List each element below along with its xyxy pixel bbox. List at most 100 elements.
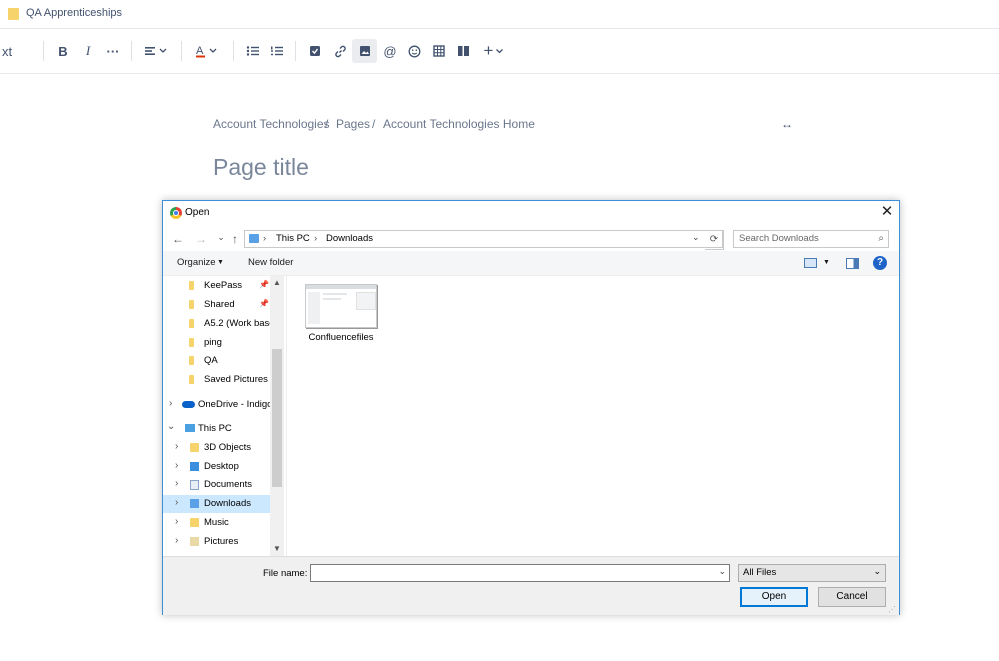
italic-button[interactable]: I [79, 39, 97, 63]
tree-item-music[interactable]: › Music [163, 514, 270, 532]
tree-item-documents[interactable]: › Documents [163, 476, 270, 494]
file-list: Confluencefiles [286, 276, 899, 556]
tree-item-keepass[interactable]: KeePass 📌 [163, 277, 270, 295]
chevron-down-icon[interactable]: ⌄ [718, 566, 726, 577]
more-label: ··· [106, 43, 120, 59]
table-button[interactable] [430, 39, 448, 63]
tree-item-a52[interactable]: A5.2 (Work base [163, 315, 275, 333]
collapse-chevron-icon[interactable]: ⌄ [167, 421, 175, 432]
folder-icon [189, 356, 194, 365]
text-color-dropdown[interactable]: A [193, 39, 221, 63]
tree-item-3d-objects[interactable]: › 3D Objects [163, 439, 270, 457]
view-dropdown-icon[interactable]: ▼ [823, 259, 830, 266]
expand-chevron-icon[interactable]: › [175, 441, 178, 452]
help-button[interactable]: ? [873, 256, 887, 270]
resize-grip-icon[interactable]: ⋰ [888, 605, 896, 614]
open-file-dialog: Open ✕ ← → ⌄ ↑ › This PC › Downloads ⌄ ⟳… [162, 200, 900, 615]
file-name-label: File name: [263, 568, 308, 579]
tree-item-label: Shared [204, 299, 235, 310]
insert-more-dropdown[interactable]: + [481, 39, 507, 63]
tree-item-this-pc[interactable]: ⌄ This PC [163, 420, 270, 438]
emoji-button[interactable] [405, 39, 423, 63]
tree-item-label: KeePass [204, 280, 243, 291]
open-button[interactable]: Open [740, 587, 808, 607]
text-style-dropdown[interactable]: xt [0, 39, 14, 63]
chrome-icon [170, 207, 182, 219]
expand-chevron-icon[interactable]: › [175, 535, 178, 546]
tree-item-saved-pictures[interactable]: Saved Pictures [163, 371, 270, 389]
more-formatting-button[interactable]: ··· [104, 39, 122, 63]
tree-item-label: This PC [198, 423, 232, 434]
address-segment-this-pc[interactable]: This PC [276, 233, 310, 244]
layouts-button[interactable] [454, 39, 472, 63]
action-item-button[interactable] [306, 39, 324, 63]
expand-width-icon[interactable]: ↔ [781, 117, 793, 131]
tree-item-pictures[interactable]: › Pictures [163, 533, 270, 551]
expand-chevron-icon[interactable]: › [169, 398, 172, 409]
tree-item-label: 3D Objects [204, 442, 251, 453]
tree-scrollbar[interactable]: ▲ ▼ [270, 276, 284, 556]
expand-chevron-icon[interactable]: › [175, 460, 178, 471]
cancel-button[interactable]: Cancel [818, 587, 886, 607]
numbered-list-button[interactable] [268, 39, 286, 63]
preview-pane-icon[interactable] [846, 258, 859, 269]
mention-button[interactable]: @ [381, 39, 399, 63]
up-button[interactable]: ↑ [228, 231, 242, 247]
link-button[interactable] [331, 39, 349, 63]
bold-button[interactable]: B [54, 39, 72, 63]
address-segment-downloads[interactable]: Downloads [326, 233, 373, 244]
tree-item-downloads[interactable]: › Downloads [163, 495, 270, 513]
text-color-icon: A [196, 45, 217, 58]
new-folder-button[interactable]: New folder [248, 257, 293, 268]
recent-locations-button[interactable]: ⌄ [214, 229, 228, 245]
address-separator: › [314, 233, 318, 244]
organize-chevron-icon: ▼ [217, 259, 224, 266]
close-button[interactable]: ✕ [879, 204, 895, 220]
space-title[interactable]: QA Apprenticeships [26, 7, 122, 19]
tree-item-shared[interactable]: Shared 📌 [163, 296, 270, 314]
onedrive-cloud-icon [182, 401, 195, 408]
folder-icon [189, 281, 194, 290]
breadcrumb-item-home[interactable]: Account Technologies Home [383, 117, 535, 131]
expand-chevron-icon[interactable]: › [175, 478, 178, 489]
dialog-title: Open [185, 207, 210, 218]
svg-text:A: A [196, 45, 204, 57]
tree-item-onedrive[interactable]: › OneDrive - Indigo [163, 396, 272, 414]
scroll-down-icon[interactable]: ▼ [270, 544, 284, 553]
address-separator: › [263, 233, 267, 244]
image-button[interactable] [352, 39, 377, 63]
alignment-dropdown[interactable] [142, 39, 170, 63]
scrollbar-thumb[interactable] [272, 349, 282, 487]
tree-item-qa[interactable]: QA [163, 352, 270, 370]
bullet-list-button[interactable] [244, 39, 262, 63]
dialog-bottom-bar: File name: ⌄ All Files ⌄ Open Cancel ⋰ [163, 556, 899, 615]
file-type-select[interactable]: All Files ⌄ [738, 564, 886, 582]
tree-item-label: A5.2 (Work base [204, 318, 275, 329]
align-left-icon [145, 47, 167, 55]
search-input[interactable]: Search Downloads ⌕ [733, 230, 889, 248]
search-placeholder: Search Downloads [739, 233, 819, 244]
scroll-up-icon[interactable]: ▲ [270, 278, 284, 287]
checkbox-icon [310, 46, 320, 56]
expand-chevron-icon[interactable]: › [175, 516, 178, 527]
page-title-input[interactable]: Page title [213, 154, 309, 181]
breadcrumb-item-account-technologies[interactable]: Account Technologies [213, 117, 330, 131]
organize-button[interactable]: Organize [177, 257, 216, 268]
mention-label: @ [383, 43, 397, 59]
refresh-button[interactable]: ⟳ [705, 230, 724, 250]
breadcrumb-separator: / [325, 117, 329, 131]
breadcrumb-item-pages[interactable]: Pages [336, 117, 370, 131]
file-name-input[interactable]: ⌄ [310, 564, 730, 582]
tree-item-ping[interactable]: ping [163, 334, 270, 352]
file-item[interactable]: Confluencefiles [303, 282, 379, 343]
forward-button[interactable]: → [194, 231, 208, 247]
divider [43, 41, 44, 61]
tree-item-desktop[interactable]: › Desktop [163, 458, 270, 476]
address-history-dropdown-icon[interactable]: ⌄ [692, 232, 700, 243]
tree-item-label: QA [204, 355, 218, 366]
back-button[interactable]: ← [171, 231, 185, 247]
address-bar[interactable]: › This PC › Downloads ⌄ [244, 230, 723, 248]
expand-chevron-icon[interactable]: › [175, 497, 178, 508]
tree-item-label: Documents [204, 479, 253, 490]
change-view-icon[interactable] [804, 258, 817, 268]
